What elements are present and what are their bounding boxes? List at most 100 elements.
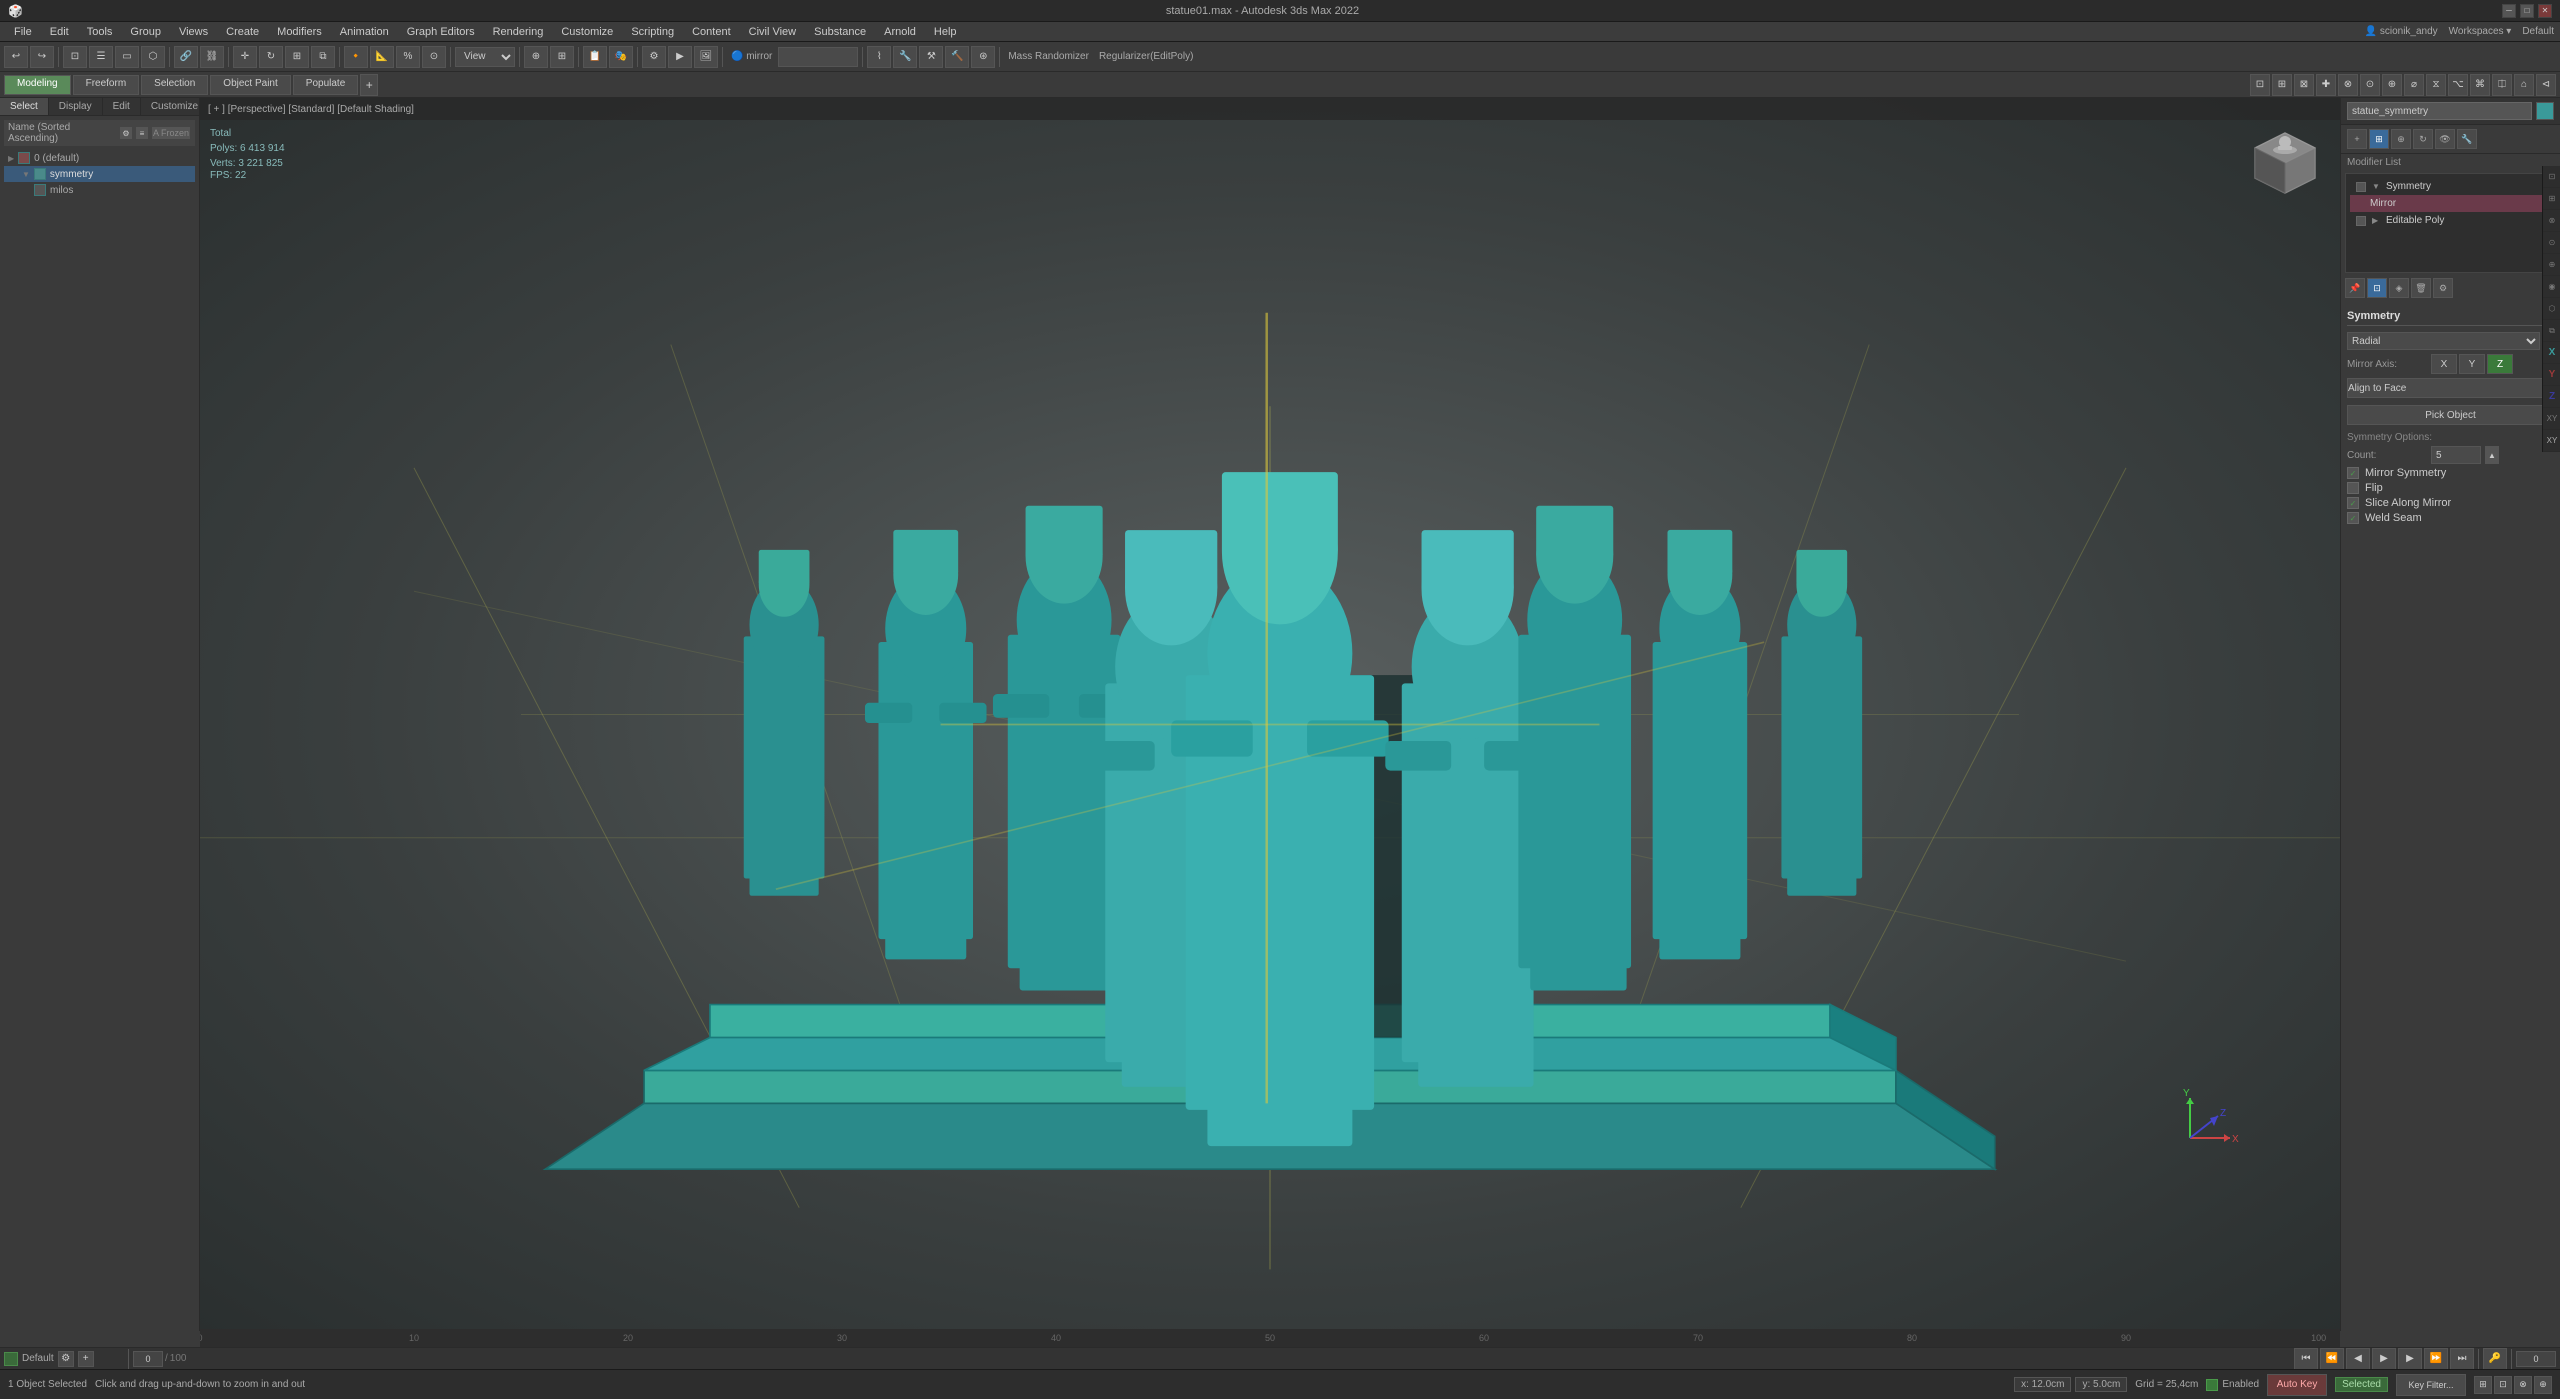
tree-item-milos[interactable]: milos bbox=[4, 182, 195, 198]
count-input[interactable] bbox=[2431, 446, 2481, 464]
far-right-xy-btn[interactable]: XY bbox=[2543, 408, 2560, 430]
snap-toggle[interactable]: 🔸 bbox=[344, 46, 368, 68]
pick-object-btn[interactable]: Pick Object bbox=[2347, 405, 2554, 425]
mini-btn-3[interactable]: ⊗ bbox=[2514, 1376, 2532, 1394]
eye-icon-symmetry[interactable] bbox=[2356, 182, 2366, 192]
count-spinner-up[interactable]: ▲ bbox=[2485, 446, 2499, 464]
coord-system-select[interactable]: View World Local bbox=[455, 47, 515, 67]
fence-select-btn[interactable]: ⬡ bbox=[141, 46, 165, 68]
align-btn[interactable]: ⊞ bbox=[550, 46, 574, 68]
far-right-xyz-y[interactable]: Y bbox=[2543, 364, 2560, 386]
squash-btn[interactable]: ⧉ bbox=[311, 46, 335, 68]
tab-object-paint[interactable]: Object Paint bbox=[210, 75, 290, 95]
tab-select[interactable]: Select bbox=[0, 98, 49, 115]
eye-icon-ep[interactable] bbox=[2356, 216, 2366, 226]
flip-check[interactable] bbox=[2347, 482, 2359, 494]
close-button[interactable]: ✕ bbox=[2538, 4, 2552, 18]
prev-key-btn[interactable]: ⏪ bbox=[2320, 1348, 2344, 1370]
far-right-btn-3[interactable]: ⊗ bbox=[2543, 210, 2560, 232]
far-right-xyz2[interactable]: XY bbox=[2543, 430, 2560, 452]
mini-btn-1[interactable]: ⊞ bbox=[2474, 1376, 2492, 1394]
menu-scripting[interactable]: Scripting bbox=[623, 24, 682, 40]
align-to-face-btn[interactable]: Align to Face ⟳ bbox=[2347, 378, 2554, 398]
object-color-swatch[interactable] bbox=[2536, 102, 2554, 120]
tools5-btn[interactable]: ⊛ bbox=[971, 46, 995, 68]
angle-snap-btn[interactable]: 📐 bbox=[370, 46, 394, 68]
rotate-btn[interactable]: ↻ bbox=[259, 46, 283, 68]
percent-snap-btn[interactable]: % bbox=[396, 46, 420, 68]
model-t6[interactable]: ⊙ bbox=[2360, 74, 2380, 96]
model-t4[interactable]: ✚ bbox=[2316, 74, 2336, 96]
tools3-btn[interactable]: ⚒ bbox=[919, 46, 943, 68]
render-btn[interactable]: ▶ bbox=[668, 46, 692, 68]
model-t2[interactable]: ⊞ bbox=[2272, 74, 2292, 96]
motion-panel-btn[interactable]: ↻ bbox=[2413, 129, 2433, 149]
model-t1[interactable]: ⊡ bbox=[2250, 74, 2270, 96]
far-right-xyz-z[interactable]: Z bbox=[2543, 386, 2560, 408]
tab-modeling[interactable]: Modeling bbox=[4, 75, 71, 95]
menu-help[interactable]: Help bbox=[926, 24, 965, 40]
rect-select-btn[interactable]: ▭ bbox=[115, 46, 139, 68]
symmetry-type-select[interactable]: Radial Mirror Planar bbox=[2347, 332, 2540, 350]
make-unique-btn[interactable]: ◈ bbox=[2389, 278, 2409, 298]
modifier-mirror[interactable]: Mirror bbox=[2350, 195, 2551, 212]
undo-button[interactable]: ↩ bbox=[4, 46, 28, 68]
menu-modifiers[interactable]: Modifiers bbox=[269, 24, 330, 40]
pin-stack-btn[interactable]: 📌 bbox=[2345, 278, 2365, 298]
model-t14[interactable]: ⊲ bbox=[2536, 74, 2556, 96]
display-panel-btn[interactable]: 👁 bbox=[2435, 129, 2455, 149]
menu-tools[interactable]: Tools bbox=[79, 24, 121, 40]
unlink-btn[interactable]: ⛓ bbox=[200, 46, 224, 68]
model-t12[interactable]: ⎅ bbox=[2492, 74, 2512, 96]
configure-btn[interactable]: ⚙ bbox=[2433, 278, 2453, 298]
menu-arnold[interactable]: Arnold bbox=[876, 24, 924, 40]
axis-x-btn[interactable]: X bbox=[2431, 354, 2457, 374]
tab-populate[interactable]: Populate bbox=[293, 75, 358, 95]
far-right-xyz-x[interactable]: X bbox=[2543, 342, 2560, 364]
menu-views[interactable]: Views bbox=[171, 24, 216, 40]
nav-cube[interactable] bbox=[2250, 128, 2320, 198]
axis-y-btn[interactable]: Y bbox=[2459, 354, 2485, 374]
menu-substance[interactable]: Substance bbox=[806, 24, 874, 40]
viewport[interactable]: [ + ] [Perspective] [Standard] [Default … bbox=[200, 98, 2340, 1331]
menu-animation[interactable]: Animation bbox=[332, 24, 397, 40]
slice-mirror-check[interactable]: ✓ bbox=[2347, 497, 2359, 509]
time-input[interactable] bbox=[2516, 1351, 2556, 1367]
select-name-btn[interactable]: ☰ bbox=[89, 46, 113, 68]
tab-selection[interactable]: Selection bbox=[141, 75, 208, 95]
model-t8[interactable]: ⌀ bbox=[2404, 74, 2424, 96]
model-t10[interactable]: ⌥ bbox=[2448, 74, 2468, 96]
layer-add-btn[interactable]: + bbox=[78, 1351, 94, 1367]
far-right-btn-1[interactable]: ⊡ bbox=[2543, 166, 2560, 188]
menu-rendering[interactable]: Rendering bbox=[485, 24, 552, 40]
model-t3[interactable]: ⊠ bbox=[2294, 74, 2314, 96]
menu-edit[interactable]: Edit bbox=[42, 24, 77, 40]
render-setup-btn[interactable]: ⚙ bbox=[642, 46, 666, 68]
auto-key-btn[interactable]: Auto Key bbox=[2267, 1374, 2327, 1396]
go-start-btn[interactable]: ⏮ bbox=[2294, 1348, 2318, 1370]
next-frame-btn[interactable]: ▶ bbox=[2398, 1348, 2422, 1370]
frozen-btn[interactable]: A Frozen bbox=[151, 126, 191, 140]
modifier-editable-poly[interactable]: ▶ Editable Poly bbox=[2350, 212, 2551, 229]
mirror-input[interactable] bbox=[778, 47, 858, 67]
maximize-button[interactable]: □ bbox=[2520, 4, 2534, 18]
tab-freeform[interactable]: Freeform bbox=[73, 75, 140, 95]
utilities-panel-btn[interactable]: 🔧 bbox=[2457, 129, 2477, 149]
layer-settings-btn[interactable]: ⚙ bbox=[58, 1351, 74, 1367]
menu-content[interactable]: Content bbox=[684, 24, 739, 40]
mini-btn-2[interactable]: ⊡ bbox=[2494, 1376, 2512, 1394]
menu-create[interactable]: Create bbox=[218, 24, 267, 40]
tools4-btn[interactable]: 🔨 bbox=[945, 46, 969, 68]
scale-btn[interactable]: ⊞ bbox=[285, 46, 309, 68]
axis-z-btn[interactable]: Z bbox=[2487, 354, 2513, 374]
model-t5[interactable]: ⊗ bbox=[2338, 74, 2358, 96]
far-right-btn-6[interactable]: ◉ bbox=[2543, 276, 2560, 298]
object-name-input[interactable] bbox=[2347, 102, 2532, 120]
create-panel-btn[interactable]: + bbox=[2347, 129, 2367, 149]
go-end-btn[interactable]: ⏭ bbox=[2450, 1348, 2474, 1370]
scene-states-btn[interactable]: 🎭 bbox=[609, 46, 633, 68]
workspaces-label[interactable]: Workspaces ▾ bbox=[2449, 26, 2512, 37]
modify-panel-btn[interactable]: ⊞ bbox=[2369, 129, 2389, 149]
menu-file[interactable]: File bbox=[6, 24, 40, 40]
curves-btn[interactable]: ⌇ bbox=[867, 46, 891, 68]
